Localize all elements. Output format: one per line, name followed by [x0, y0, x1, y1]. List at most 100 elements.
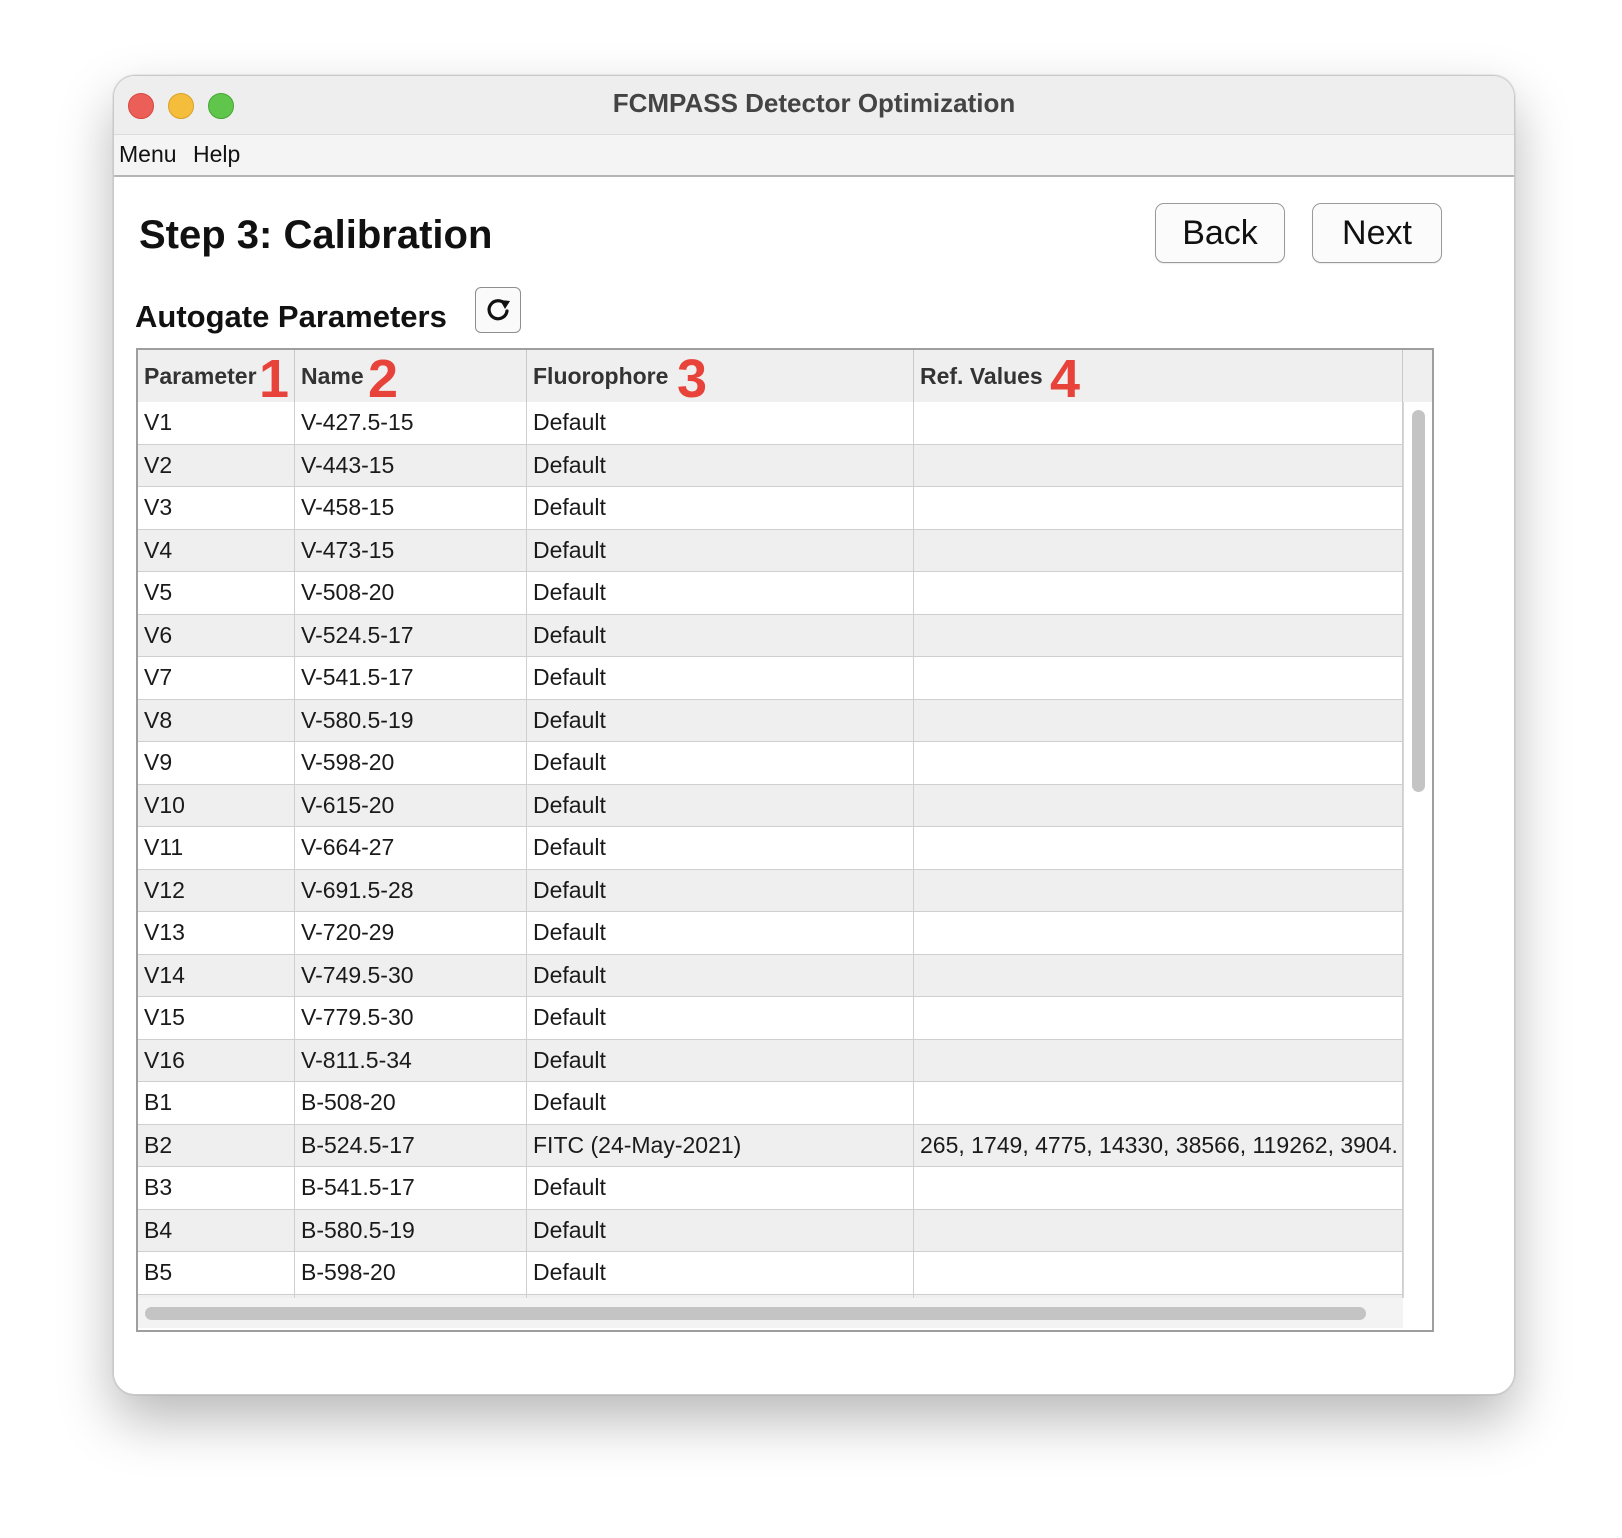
cell-ref-values[interactable]	[914, 869, 1403, 911]
cell-name[interactable]: B-598-20	[295, 1252, 527, 1294]
horizontal-scrollbar[interactable]	[138, 1298, 1403, 1328]
vertical-scroll-thumb[interactable]	[1412, 410, 1425, 792]
cell-fluorophore[interactable]: Default	[527, 1252, 914, 1294]
cell-parameter[interactable]: B3	[138, 1167, 295, 1209]
cell-name[interactable]: B-541.5-17	[295, 1167, 527, 1209]
cell-parameter[interactable]: V5	[138, 572, 295, 614]
cell-ref-values[interactable]	[914, 699, 1403, 741]
table-row[interactable]: V1 V-427.5-15 Default	[138, 402, 1403, 445]
menu-item-help[interactable]: Help	[193, 141, 240, 168]
table-row[interactable]: B3 B-541.5-17 Default	[138, 1167, 1403, 1210]
cell-name[interactable]: V-580.5-19	[295, 699, 527, 741]
cell-parameter[interactable]: B2	[138, 1124, 295, 1166]
cell-name[interactable]: B-508-20	[295, 1082, 527, 1124]
column-header-fluorophore[interactable]: Fluorophore 3	[527, 350, 914, 408]
cell-fluorophore[interactable]: Default	[527, 742, 914, 784]
cell-ref-values[interactable]	[914, 657, 1403, 699]
column-header-parameter[interactable]: Parameter 1	[138, 350, 295, 408]
cell-ref-values[interactable]	[914, 1167, 1403, 1209]
cell-ref-values[interactable]	[914, 827, 1403, 869]
table-row[interactable]: V8 V-580.5-19 Default	[138, 699, 1403, 742]
cell-fluorophore[interactable]: Default	[527, 572, 914, 614]
cell-fluorophore[interactable]: Default	[527, 1039, 914, 1081]
horizontal-scroll-thumb[interactable]	[145, 1307, 1366, 1320]
table-row[interactable]: V15 V-779.5-30 Default	[138, 997, 1403, 1040]
cell-ref-values[interactable]	[914, 402, 1403, 444]
table-row[interactable]: V4 V-473-15 Default	[138, 529, 1403, 572]
cell-ref-values[interactable]	[914, 1209, 1403, 1251]
cell-name[interactable]: V-508-20	[295, 572, 527, 614]
cell-parameter[interactable]: B5	[138, 1252, 295, 1294]
cell-name[interactable]: B-580.5-19	[295, 1209, 527, 1251]
table-row[interactable]: V2 V-443-15 Default	[138, 444, 1403, 487]
cell-parameter[interactable]: V1	[138, 402, 295, 444]
menu-item-menu[interactable]: Menu	[119, 141, 177, 168]
cell-ref-values[interactable]	[914, 997, 1403, 1039]
cell-parameter[interactable]: V11	[138, 827, 295, 869]
cell-parameter[interactable]: B4	[138, 1209, 295, 1251]
cell-ref-values[interactable]	[914, 1252, 1403, 1294]
cell-fluorophore[interactable]: Default	[527, 954, 914, 996]
cell-ref-values[interactable]	[914, 912, 1403, 954]
table-row[interactable]: B5 B-598-20 Default	[138, 1252, 1403, 1295]
table-row[interactable]: B2 B-524.5-17 FITC (24-May-2021) 265, 1749,…	[138, 1124, 1403, 1167]
cell-parameter[interactable]: V4	[138, 529, 295, 571]
cell-fluorophore[interactable]: Default	[527, 699, 914, 741]
cell-parameter[interactable]: V8	[138, 699, 295, 741]
cell-name[interactable]: V-541.5-17	[295, 657, 527, 699]
table-row[interactable]: B1 B-508-20 Default	[138, 1082, 1403, 1125]
cell-name[interactable]: V-691.5-28	[295, 869, 527, 911]
cell-parameter[interactable]: B1	[138, 1082, 295, 1124]
cell-ref-values[interactable]	[914, 614, 1403, 656]
cell-ref-values[interactable]	[914, 1082, 1403, 1124]
table-row[interactable]: V13 V-720-29 Default	[138, 912, 1403, 955]
cell-ref-values[interactable]: 265, 1749, 4775, 14330, 38566, 119262, 3…	[914, 1124, 1403, 1166]
table-row[interactable]: B4 B-580.5-19 Default	[138, 1209, 1403, 1252]
cell-parameter[interactable]: V2	[138, 444, 295, 486]
cell-fluorophore[interactable]: Default	[527, 784, 914, 826]
cell-fluorophore[interactable]: Default	[527, 487, 914, 529]
cell-ref-values[interactable]	[914, 572, 1403, 614]
cell-ref-values[interactable]	[914, 444, 1403, 486]
cell-ref-values[interactable]	[914, 784, 1403, 826]
cell-name[interactable]: V-443-15	[295, 444, 527, 486]
cell-fluorophore[interactable]: Default	[527, 827, 914, 869]
cell-fluorophore[interactable]: Default	[527, 997, 914, 1039]
table-row[interactable]: V12 V-691.5-28 Default	[138, 869, 1403, 912]
cell-parameter[interactable]: V10	[138, 784, 295, 826]
cell-name[interactable]: V-598-20	[295, 742, 527, 784]
cell-ref-values[interactable]	[914, 1039, 1403, 1081]
cell-name[interactable]: B-524.5-17	[295, 1124, 527, 1166]
cell-name[interactable]: V-473-15	[295, 529, 527, 571]
cell-name[interactable]: V-779.5-30	[295, 997, 527, 1039]
cell-ref-values[interactable]	[914, 529, 1403, 571]
cell-name[interactable]: V-749.5-30	[295, 954, 527, 996]
cell-parameter[interactable]: V15	[138, 997, 295, 1039]
cell-fluorophore[interactable]: FITC (24-May-2021)	[527, 1124, 914, 1166]
cell-name[interactable]: V-811.5-34	[295, 1039, 527, 1081]
cell-parameter[interactable]: V6	[138, 614, 295, 656]
cell-name[interactable]: V-615-20	[295, 784, 527, 826]
table-row[interactable]: V6 V-524.5-17 Default	[138, 614, 1403, 657]
table-row[interactable]: V16 V-811.5-34 Default	[138, 1039, 1403, 1082]
table-row[interactable]: V14 V-749.5-30 Default	[138, 954, 1403, 997]
cell-fluorophore[interactable]: Default	[527, 1082, 914, 1124]
cell-parameter[interactable]: V13	[138, 912, 295, 954]
cell-name[interactable]: V-664-27	[295, 827, 527, 869]
back-button[interactable]: Back	[1155, 203, 1285, 263]
cell-parameter[interactable]: V7	[138, 657, 295, 699]
cell-name[interactable]: V-720-29	[295, 912, 527, 954]
cell-ref-values[interactable]	[914, 742, 1403, 784]
table-row[interactable]: V3 V-458-15 Default	[138, 487, 1403, 530]
cell-parameter[interactable]: V16	[138, 1039, 295, 1081]
cell-fluorophore[interactable]: Default	[527, 869, 914, 911]
column-header-name[interactable]: Name 2	[295, 350, 527, 408]
cell-fluorophore[interactable]: Default	[527, 529, 914, 571]
cell-parameter[interactable]: V14	[138, 954, 295, 996]
cell-name[interactable]: V-458-15	[295, 487, 527, 529]
next-button[interactable]: Next	[1312, 203, 1442, 263]
cell-fluorophore[interactable]: Default	[527, 912, 914, 954]
cell-fluorophore[interactable]: Default	[527, 444, 914, 486]
table-row[interactable]: V11 V-664-27 Default	[138, 827, 1403, 870]
cell-name[interactable]: V-427.5-15	[295, 402, 527, 444]
